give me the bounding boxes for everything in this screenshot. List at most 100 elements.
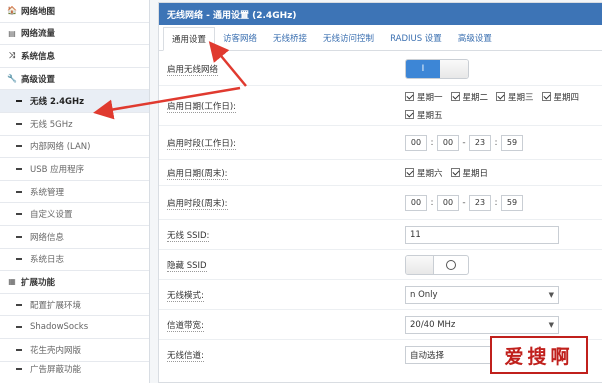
wireless-mode-value: n Only	[410, 289, 438, 300]
time-input[interactable]: 00	[405, 194, 427, 211]
time-input[interactable]: 00	[405, 134, 427, 151]
enable-wireless-toggle[interactable]: I	[405, 58, 469, 79]
sidebar-item[interactable]: 网络信息	[0, 226, 149, 249]
sidebar-item-label: 自定义设置	[30, 210, 73, 221]
row-enable-wireless: 启用无线网络 I	[159, 52, 602, 86]
time-input[interactable]: 23	[469, 194, 491, 211]
bandwidth-select[interactable]: 20/40 MHz ▼	[405, 315, 559, 334]
channel-label: 无线信道:	[167, 351, 204, 362]
ssid-label: 无线 SSID:	[167, 230, 210, 242]
dash-icon	[16, 348, 22, 351]
dash-icon	[16, 167, 22, 170]
time-separator: :	[430, 137, 434, 148]
sidebar-item[interactable]: 🔧 高级设置	[0, 68, 149, 91]
bandwidth-value: 20/40 MHz	[410, 319, 456, 330]
day-checkbox[interactable]: 星期六	[405, 167, 443, 179]
toggle-on-label: I	[406, 59, 440, 78]
chevron-down-icon: ▼	[548, 290, 554, 299]
row-wireless-mode: 无线模式: n Only ▼	[159, 280, 602, 310]
row-weekend-dates: 启用日期(周末): 星期六 星期日	[159, 160, 602, 186]
tab[interactable]: 高级设置	[450, 26, 500, 50]
tab[interactable]: 无线访问控制	[315, 26, 382, 50]
day-label: 星期四	[553, 92, 580, 103]
hide-ssid-label: 隐藏 SSID	[167, 260, 207, 272]
panel-title: 无线网络 - 通用设置 (2.4GHz)	[159, 3, 602, 25]
sidebar-item[interactable]: 无线 2.4GHz	[0, 90, 149, 113]
checkbox-checked-icon	[450, 168, 460, 177]
row-ssid: 无线 SSID: 11	[159, 220, 602, 250]
sidebar-item[interactable]: 内部网络 (LAN)	[0, 136, 149, 159]
wireless-mode-label: 无线模式:	[167, 290, 204, 302]
sidebar-item[interactable]: ShadowSocks	[0, 316, 149, 339]
sidebar-item-label: 网络地图	[21, 6, 56, 17]
time-separator: :	[494, 137, 498, 148]
tab[interactable]: RADIUS 设置	[382, 26, 450, 50]
weekend-days-group: 星期六 星期日	[405, 167, 496, 179]
checkbox-checked-icon	[405, 110, 414, 119]
tab[interactable]: 通用设置	[163, 27, 216, 51]
row-hide-ssid: 隐藏 SSID	[159, 250, 602, 280]
checkbox-checked-icon	[405, 92, 414, 101]
dash-icon	[16, 258, 22, 261]
time-input[interactable]: 00	[437, 134, 459, 151]
dash-icon	[16, 213, 22, 216]
chevron-down-icon: ▼	[548, 320, 554, 329]
dash-icon	[16, 100, 22, 103]
sidebar-item[interactable]: 无线 5GHz	[0, 113, 149, 136]
time-separator: :	[430, 197, 434, 208]
day-checkbox[interactable]: 星期一	[405, 91, 443, 103]
dash-icon	[16, 303, 22, 306]
time-input[interactable]: 00	[437, 194, 459, 211]
day-label: 星期日	[462, 168, 489, 179]
sidebar-item[interactable]: ▤ 网络流量	[0, 23, 149, 46]
wrench-icon: 🔧	[7, 74, 17, 84]
sidebar-item[interactable]: 广告屏蔽功能	[0, 362, 149, 376]
day-checkbox[interactable]: 星期日	[450, 167, 489, 179]
dash-icon	[16, 145, 22, 148]
ssid-input[interactable]: 11	[405, 225, 559, 244]
dash-icon	[16, 235, 22, 238]
day-checkbox[interactable]: 星期二	[450, 91, 488, 103]
sidebar-item[interactable]: USB 应用程序	[0, 158, 149, 181]
day-checkbox[interactable]: 星期三	[496, 91, 534, 103]
workday-time-label: 启用时段(工作日):	[167, 138, 236, 150]
sidebar-item-label: 广告屏蔽功能	[30, 364, 82, 375]
time-separator: :	[494, 197, 498, 208]
dash-icon	[16, 122, 22, 125]
sidebar-item[interactable]: 花生壳内网版	[0, 339, 149, 362]
sidebar-item[interactable]: 🏠 网络地图	[0, 0, 149, 23]
day-checkbox[interactable]: 星期四	[541, 91, 580, 103]
dash-icon	[16, 326, 22, 329]
toggle-off-circle-icon	[446, 259, 456, 270]
sidebar-item[interactable]: 系统管理	[0, 181, 149, 204]
sidebar-item-label: 网络信息	[30, 232, 65, 243]
sidebar-item[interactable]: 自定义设置	[0, 203, 149, 226]
day-label: 星期六	[417, 168, 443, 179]
sidebar-item-label: 系统管理	[30, 187, 65, 198]
wireless-mode-select[interactable]: n Only ▼	[405, 285, 559, 304]
chart-icon: ▤	[8, 28, 16, 38]
sidebar-item-label: USB 应用程序	[30, 164, 85, 175]
sidebar-item[interactable]: 配置扩展环境	[0, 294, 149, 317]
sidebar-item[interactable]: ▦ 扩展功能	[0, 271, 149, 294]
time-separator: -	[462, 197, 466, 208]
hide-ssid-toggle[interactable]	[405, 254, 469, 275]
sidebar-item-label: 配置扩展环境	[30, 300, 82, 311]
day-checkbox[interactable]: 星期五	[405, 109, 443, 121]
checkbox-checked-icon	[405, 168, 414, 177]
day-label: 星期五	[417, 110, 443, 121]
sidebar-item[interactable]: ⤨ 系统信息	[0, 45, 149, 68]
time-input[interactable]: 59	[501, 194, 523, 211]
dash-icon	[16, 190, 22, 193]
time-input[interactable]: 59	[501, 134, 523, 151]
sidebar-item-label: 系统日志	[30, 255, 65, 266]
sidebar-item-label: 高级设置	[21, 74, 56, 85]
home-icon: 🏠	[7, 6, 17, 16]
sidebar-item[interactable]: 系统日志	[0, 249, 149, 272]
time-input[interactable]: 23	[469, 134, 491, 151]
row-workday-dates: 启用日期(工作日): 星期一 星期二 星期三 星期四 星期五	[159, 86, 602, 126]
tab[interactable]: 访客网络	[215, 26, 265, 50]
enable-wireless-label: 启用无线网络	[167, 64, 219, 76]
tab[interactable]: 无线桥接	[265, 26, 315, 50]
channel-value: 自动选择	[410, 351, 445, 361]
